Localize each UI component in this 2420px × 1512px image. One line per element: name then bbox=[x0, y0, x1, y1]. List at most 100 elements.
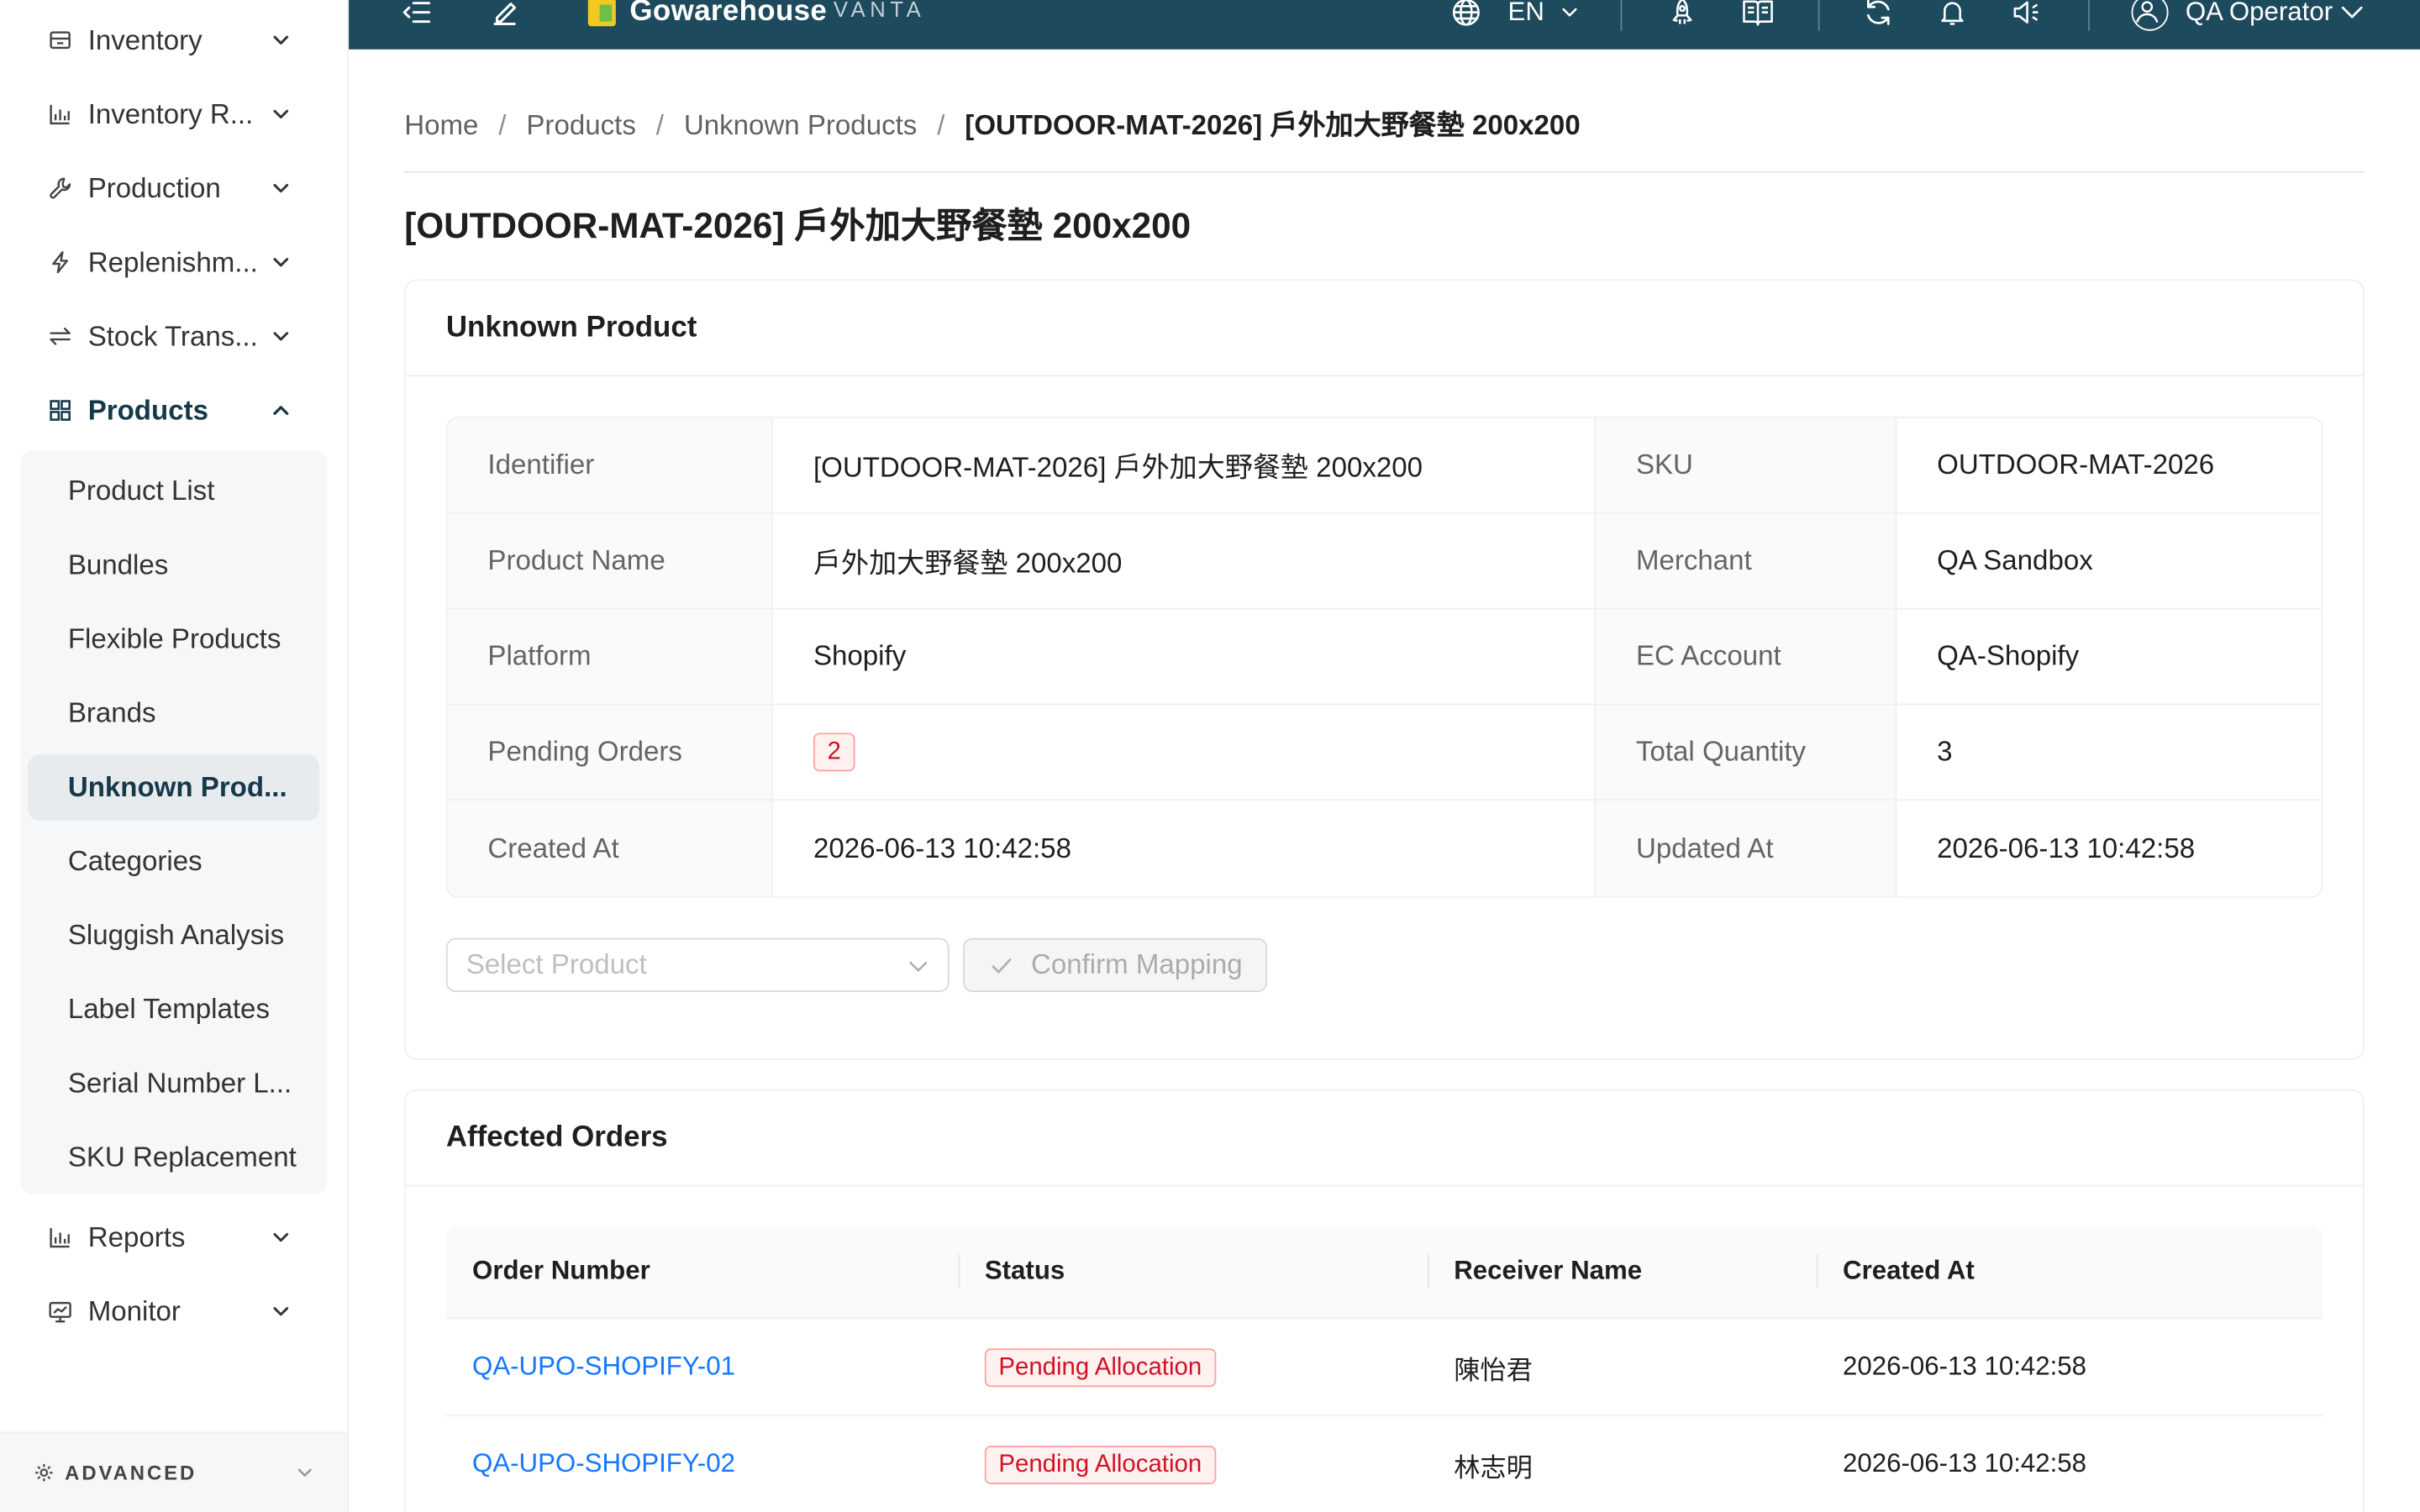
sound-icon[interactable] bbox=[2011, 0, 2042, 28]
bell-icon[interactable] bbox=[1937, 0, 1968, 28]
sku-value: OUTDOOR-MAT-2026 bbox=[1937, 449, 2215, 480]
check-icon bbox=[989, 953, 1013, 978]
sidebar-item-reports[interactable]: Reports bbox=[0, 1200, 347, 1274]
sidebar-item-inventory[interactable]: Inventory bbox=[0, 3, 347, 77]
chevron-down-icon bbox=[271, 253, 290, 271]
order-number-cell: QA-UPO-SHOPIFY-02 bbox=[446, 1416, 959, 1512]
swap-icon bbox=[48, 324, 72, 349]
product-name-label: Product Name bbox=[447, 513, 774, 608]
submenu-item-bundles[interactable]: Bundles bbox=[28, 532, 319, 598]
order-number-link[interactable]: QA-UPO-SHOPIFY-01 bbox=[472, 1352, 735, 1383]
refresh-icon[interactable] bbox=[1863, 0, 1894, 28]
edit-icon[interactable] bbox=[489, 0, 520, 28]
platform-label: Platform bbox=[447, 609, 774, 704]
created-at-value: 2026-06-13 10:42:58 bbox=[773, 801, 1597, 897]
bar-chart-icon bbox=[48, 1225, 72, 1249]
header-divider bbox=[1620, 0, 1623, 31]
product-name-value: 戶外加大野餐墊 200x200 bbox=[773, 513, 1597, 608]
chevron-down-icon bbox=[271, 1228, 290, 1247]
identifier-label: Identifier bbox=[447, 417, 774, 512]
receiver-name-cell: 林志明 bbox=[1454, 1452, 1533, 1483]
breadcrumb-unknown-products[interactable]: Unknown Products bbox=[684, 109, 917, 140]
status-badge: Pending Allocation bbox=[984, 1347, 1216, 1387]
sidebar-item-inventory-reports[interactable]: Inventory R... bbox=[0, 77, 347, 151]
sidebar-item-stock-transfer[interactable]: Stock Trans... bbox=[0, 299, 347, 373]
submenu-item-flexible-products[interactable]: Flexible Products bbox=[28, 606, 319, 672]
gear-icon bbox=[34, 1462, 54, 1483]
submenu-item-serial-number[interactable]: Serial Number L... bbox=[28, 1050, 319, 1116]
details-row: Identifier [OUTDOOR-MAT-2026] 戶外加大野餐墊 20… bbox=[447, 417, 2322, 514]
confirm-mapping-label: Confirm Mapping bbox=[1030, 948, 1243, 980]
thunderbolt-icon bbox=[48, 250, 72, 275]
product-select[interactable]: Select Product bbox=[445, 937, 950, 993]
created-at-cell: 2026-06-13 10:42:58 bbox=[1843, 1448, 2087, 1478]
merchant-label: Merchant bbox=[1596, 513, 1897, 608]
top-header-content: Gowarehouse VANTA EN QA Operator bbox=[349, 0, 2420, 50]
breadcrumb-products[interactable]: Products bbox=[526, 109, 635, 140]
chevron-down-icon[interactable] bbox=[1560, 3, 1579, 22]
breadcrumb-separator: / bbox=[498, 109, 507, 141]
sidebar: Inventory Inventory R... Production Repl… bbox=[0, 0, 350, 1512]
order-number-link[interactable]: QA-UPO-SHOPIFY-02 bbox=[472, 1449, 735, 1480]
receiver-name-cell: 陳怡君 bbox=[1454, 1355, 1533, 1385]
pending-orders-badge: 2 bbox=[813, 732, 855, 772]
sidebar-item-label: Reports bbox=[87, 1221, 186, 1253]
status-badge: Pending Allocation bbox=[984, 1445, 1216, 1484]
chevron-down-icon bbox=[271, 105, 290, 123]
breadcrumb-home[interactable]: Home bbox=[404, 109, 478, 140]
sidebar-item-monitor[interactable]: Monitor bbox=[0, 1274, 347, 1348]
submenu-item-sluggish-analysis[interactable]: Sluggish Analysis bbox=[28, 902, 319, 969]
rocket-icon[interactable] bbox=[1667, 0, 1698, 28]
chevron-down-icon bbox=[271, 327, 290, 345]
submenu-item-unknown-products[interactable]: Unknown Prod... bbox=[28, 753, 320, 821]
submenu-item-brands[interactable]: Brands bbox=[28, 680, 319, 746]
monitor-icon bbox=[48, 1299, 72, 1324]
submenu-item-label-templates[interactable]: Label Templates bbox=[28, 976, 319, 1042]
sidebar-item-products[interactable]: Products bbox=[0, 373, 347, 447]
column-header-order-number: Order Number bbox=[472, 1256, 650, 1285]
breadcrumb-separator: / bbox=[655, 109, 664, 141]
user-avatar[interactable] bbox=[2131, 0, 2169, 31]
pending-orders-cell: 2 bbox=[773, 705, 1597, 800]
merchant-value: QA Sandbox bbox=[1937, 544, 2093, 576]
total-quantity-value: 3 bbox=[1937, 736, 1953, 767]
advanced-toggle[interactable]: ADVANCED bbox=[0, 1431, 348, 1512]
product-details-table: Identifier [OUTDOOR-MAT-2026] 戶外加大野餐墊 20… bbox=[445, 416, 2323, 898]
sidebar-item-label: Inventory bbox=[87, 24, 203, 56]
breadcrumb-divider bbox=[404, 171, 2365, 173]
submenu-item-product-list[interactable]: Product List bbox=[28, 458, 319, 524]
menu-fold-icon[interactable] bbox=[402, 0, 433, 28]
breadcrumb-current: [OUTDOOR-MAT-2026] 戶外加大野餐墊 200x200 bbox=[965, 109, 1581, 141]
logo-tagline: VANTA bbox=[833, 0, 926, 22]
language-selector[interactable]: EN bbox=[1507, 0, 1544, 50]
book-icon[interactable] bbox=[1741, 0, 1775, 29]
logo-text: Gowarehouse bbox=[629, 0, 828, 29]
ec-account-value: QA-Shopify bbox=[1937, 640, 2080, 671]
user-name[interactable]: QA Operator bbox=[2186, 0, 2333, 50]
sidebar-item-production[interactable]: Production bbox=[0, 151, 347, 225]
chevron-down-icon[interactable] bbox=[2339, 0, 2364, 24]
sidebar-item-replenishment[interactable]: Replenishm... bbox=[0, 225, 347, 299]
submenu-item-categories[interactable]: Categories bbox=[28, 827, 319, 894]
top-header: Gowarehouse VANTA EN QA Operator bbox=[349, 0, 2420, 50]
submenu-item-sku-replacement[interactable]: SKU Replacement bbox=[28, 1124, 319, 1190]
status-cell: Pending Allocation bbox=[959, 1319, 1428, 1415]
sidebar-item-label: Monitor bbox=[87, 1295, 181, 1327]
total-quantity-label: Total Quantity bbox=[1596, 705, 1897, 800]
header-divider bbox=[1818, 0, 1820, 31]
confirm-mapping-button[interactable]: Confirm Mapping bbox=[963, 937, 1267, 993]
column-header-status: Status bbox=[958, 1225, 1428, 1317]
affected-orders-card: Affected Orders Order Number Status Rece… bbox=[404, 1089, 2365, 1512]
sidebar-item-label: Stock Trans... bbox=[87, 321, 258, 352]
product-select-placeholder: Select Product bbox=[466, 948, 647, 980]
status-cell: Pending Allocation bbox=[959, 1416, 1428, 1512]
table-header-row: Order Number Status Receiver Name Create… bbox=[445, 1225, 2323, 1320]
chevron-down-icon bbox=[297, 1464, 313, 1481]
details-row: Platform Shopify EC Account QA-Shopify bbox=[447, 609, 2322, 706]
pending-orders-label: Pending Orders bbox=[447, 705, 774, 800]
column-header-receiver-name: Receiver Name bbox=[1427, 1225, 1817, 1317]
globe-icon[interactable] bbox=[1451, 0, 1482, 28]
logo-icon bbox=[587, 0, 618, 28]
created-at-label: Created At bbox=[447, 801, 774, 897]
header-divider bbox=[2088, 0, 2090, 31]
